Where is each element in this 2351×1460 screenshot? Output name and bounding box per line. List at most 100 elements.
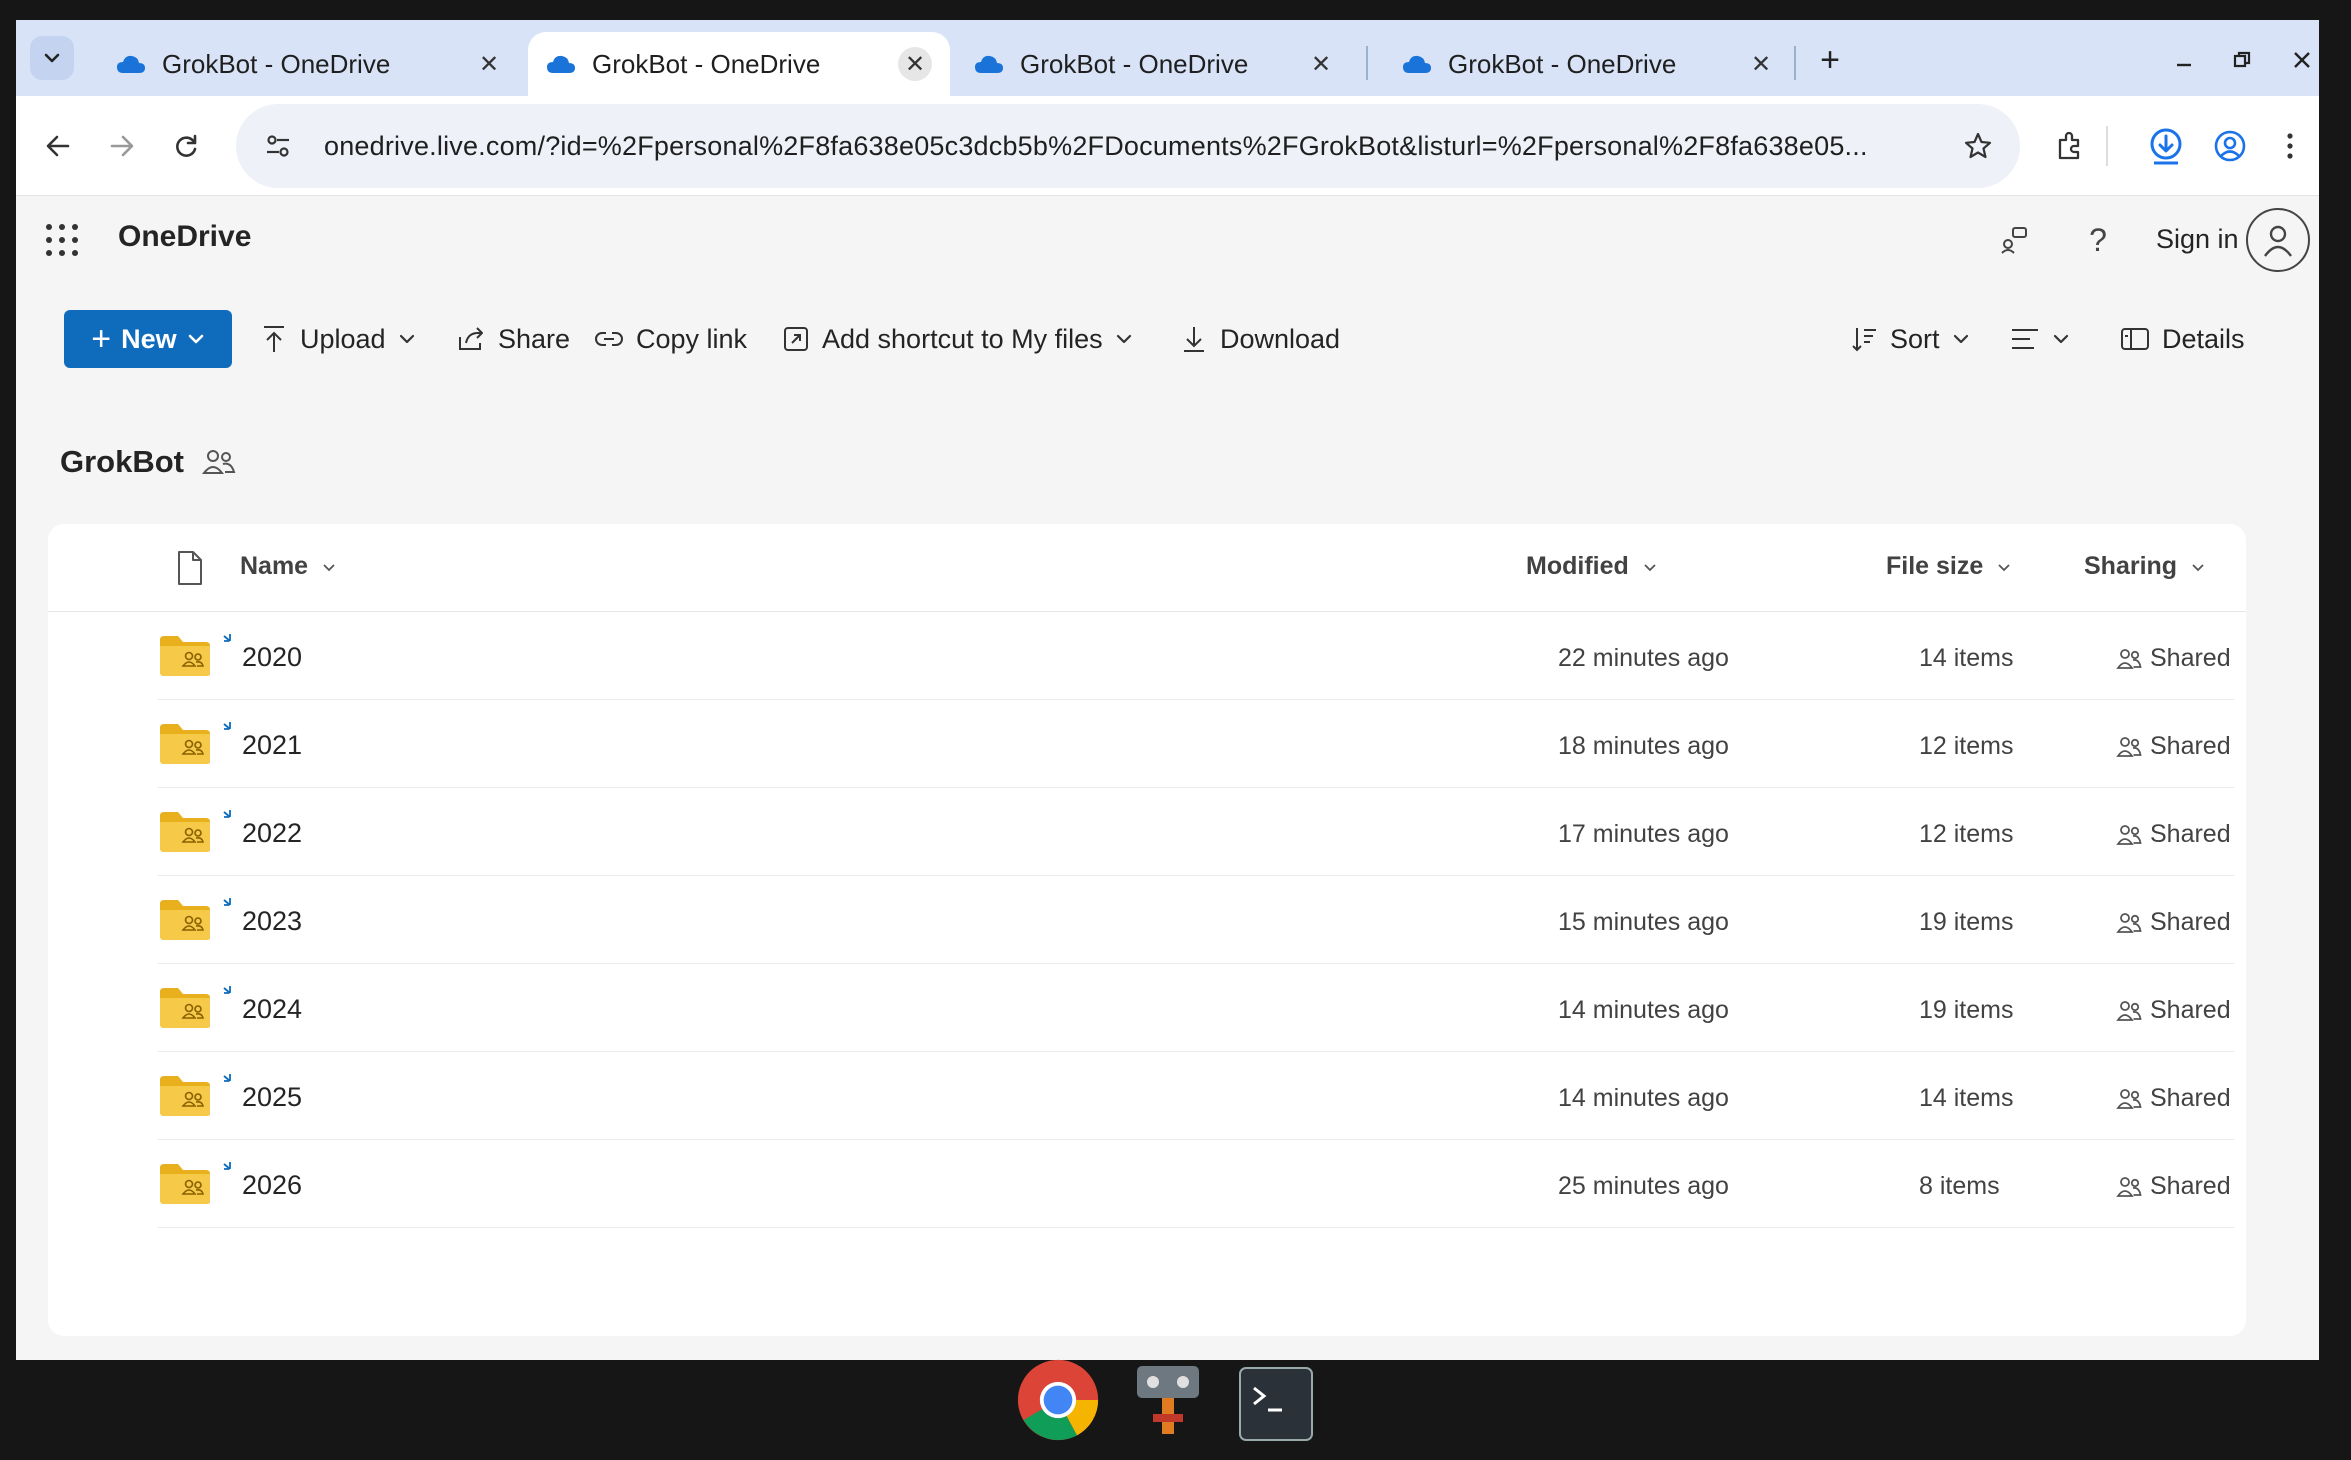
file-name[interactable]: 2021	[242, 730, 302, 761]
tab-title: GrokBot - OneDrive	[592, 48, 821, 79]
column-header-row: Name Modified File size Sharing	[48, 524, 2246, 612]
close-tab-icon[interactable]: ✕	[1304, 47, 1338, 81]
modified-column-header[interactable]: Modified	[1526, 552, 1657, 581]
shared-people-icon[interactable]	[202, 447, 236, 477]
table-row[interactable]: 2026 25 minutes ago 8 items Shared	[158, 1140, 2234, 1228]
close-tab-icon[interactable]: ✕	[898, 47, 932, 81]
table-row[interactable]: 2022 17 minutes ago 12 items Shared	[158, 788, 2234, 876]
profile-icon[interactable]	[2206, 122, 2254, 170]
bookmark-star-icon[interactable]	[1950, 118, 2006, 174]
sharing-status[interactable]: Shared	[2116, 996, 2231, 1025]
details-button[interactable]: Details	[2120, 310, 2245, 368]
address-bar[interactable]: onedrive.live.com/?id=%2Fpersonal%2F8fa6…	[236, 104, 2020, 188]
tab-2-active[interactable]: GrokBot - OneDrive ✕	[528, 32, 950, 96]
close-tab-icon[interactable]: ✕	[1744, 47, 1778, 81]
new-button[interactable]: + New	[64, 310, 232, 368]
tab-title: GrokBot - OneDrive	[1020, 48, 1249, 79]
shared-folder-icon[interactable]	[158, 810, 212, 854]
shared-folder-icon[interactable]	[158, 1074, 212, 1118]
table-row[interactable]: 2024 14 minutes ago 19 items Shared	[158, 964, 2234, 1052]
sort-button[interactable]: Sort	[1850, 310, 1970, 368]
file-name[interactable]: 2025	[242, 1082, 302, 1113]
sharing-status[interactable]: Shared	[2116, 1084, 2231, 1113]
file-size: 14 items	[1919, 644, 2014, 672]
feedback-icon[interactable]	[1992, 218, 2036, 262]
file-name[interactable]: 2026	[242, 1170, 302, 1201]
sharing-status[interactable]: Shared	[2116, 644, 2231, 673]
add-shortcut-button[interactable]: Add shortcut to My files	[782, 310, 1133, 368]
new-button-label: New	[121, 323, 177, 354]
shared-folder-icon[interactable]	[158, 1162, 212, 1206]
close-window-icon[interactable]	[2280, 38, 2319, 82]
tab-4[interactable]: GrokBot - OneDrive ✕	[1384, 32, 1796, 96]
shared-folder-icon[interactable]	[158, 722, 212, 766]
restore-icon[interactable]	[2220, 38, 2264, 82]
upload-label: Upload	[300, 323, 386, 354]
tab-1[interactable]: GrokBot - OneDrive ✕	[98, 32, 524, 96]
file-name[interactable]: 2020	[242, 642, 302, 673]
modified-date: 22 minutes ago	[1558, 644, 1729, 672]
new-item-icon	[223, 898, 231, 906]
close-tab-icon[interactable]: ✕	[472, 47, 506, 81]
table-row[interactable]: 2023 15 minutes ago 19 items Shared	[158, 876, 2234, 964]
shared-folder-icon[interactable]	[158, 634, 212, 678]
chevron-down-icon	[323, 563, 335, 571]
sharing-label: Shared	[2150, 820, 2231, 848]
settings-app-icon[interactable]	[1126, 1358, 1210, 1442]
sharing-status[interactable]: Shared	[2116, 908, 2231, 937]
terminal-app-icon[interactable]	[1234, 1362, 1318, 1446]
shared-folder-icon[interactable]	[158, 986, 212, 1030]
url-text[interactable]: onedrive.live.com/?id=%2Fpersonal%2F8fa6…	[324, 131, 1950, 162]
page-title[interactable]: GrokBot	[60, 444, 184, 480]
sharing-status[interactable]: Shared	[2116, 732, 2231, 761]
new-item-icon	[223, 810, 231, 818]
chrome-app-icon[interactable]	[1016, 1358, 1100, 1442]
file-size-column-header[interactable]: File size	[1886, 552, 2011, 581]
shared-people-icon	[2116, 1088, 2142, 1109]
back-icon[interactable]	[34, 122, 82, 170]
file-type-icon[interactable]	[174, 550, 206, 586]
file-name[interactable]: 2023	[242, 906, 302, 937]
sharing-label: Shared	[2150, 1172, 2231, 1200]
sharing-column-header[interactable]: Sharing	[2084, 552, 2205, 581]
sharing-status[interactable]: Shared	[2116, 820, 2231, 849]
sign-in-link[interactable]: Sign in	[2156, 224, 2239, 255]
chevron-down-icon	[44, 53, 60, 63]
download-icon	[1184, 327, 1204, 352]
file-name[interactable]: 2022	[242, 818, 302, 849]
add-shortcut-label: Add shortcut to My files	[822, 323, 1103, 354]
shared-folder-icon[interactable]	[158, 898, 212, 942]
name-column-header[interactable]: Name	[240, 552, 336, 581]
sharing-label: Shared	[2150, 644, 2231, 672]
file-size: 14 items	[1919, 1084, 2014, 1112]
help-icon[interactable]: ?	[2076, 218, 2120, 262]
app-launcher-icon[interactable]	[42, 220, 82, 260]
app-brand[interactable]: OneDrive	[118, 220, 251, 254]
tab-search-button[interactable]	[30, 36, 74, 80]
table-row[interactable]: 2021 18 minutes ago 12 items Shared	[158, 700, 2234, 788]
minimize-icon[interactable]	[2162, 38, 2206, 82]
view-options-button[interactable]	[2010, 310, 2070, 368]
avatar-icon[interactable]	[2246, 208, 2310, 272]
tab-3[interactable]: GrokBot - OneDrive ✕	[956, 32, 1356, 96]
browser-menu-icon[interactable]	[2266, 122, 2314, 170]
site-settings-icon[interactable]	[250, 118, 306, 174]
sharing-label: Shared	[2150, 908, 2231, 936]
table-row[interactable]: 2020 22 minutes ago 14 items Shared	[158, 612, 2234, 700]
upload-button[interactable]: Upload	[260, 310, 416, 368]
new-item-icon	[223, 722, 231, 730]
download-status-icon[interactable]	[2142, 122, 2190, 170]
copy-link-button[interactable]: Copy link	[594, 310, 747, 368]
reload-icon[interactable]	[162, 122, 210, 170]
table-row[interactable]: 2025 14 minutes ago 14 items Shared	[158, 1052, 2234, 1140]
browser-toolbar: onedrive.live.com/?id=%2Fpersonal%2F8fa6…	[16, 96, 2319, 196]
shared-people-icon	[2116, 1176, 2142, 1197]
forward-icon[interactable]	[98, 122, 146, 170]
download-button[interactable]: Download	[1180, 310, 1340, 368]
new-tab-button[interactable]: +	[1808, 38, 1852, 82]
file-name[interactable]: 2024	[242, 994, 302, 1025]
tab-title: GrokBot - OneDrive	[1448, 48, 1677, 79]
share-button[interactable]: Share	[456, 310, 570, 368]
sharing-status[interactable]: Shared	[2116, 1172, 2231, 1201]
extensions-icon[interactable]	[2046, 122, 2094, 170]
